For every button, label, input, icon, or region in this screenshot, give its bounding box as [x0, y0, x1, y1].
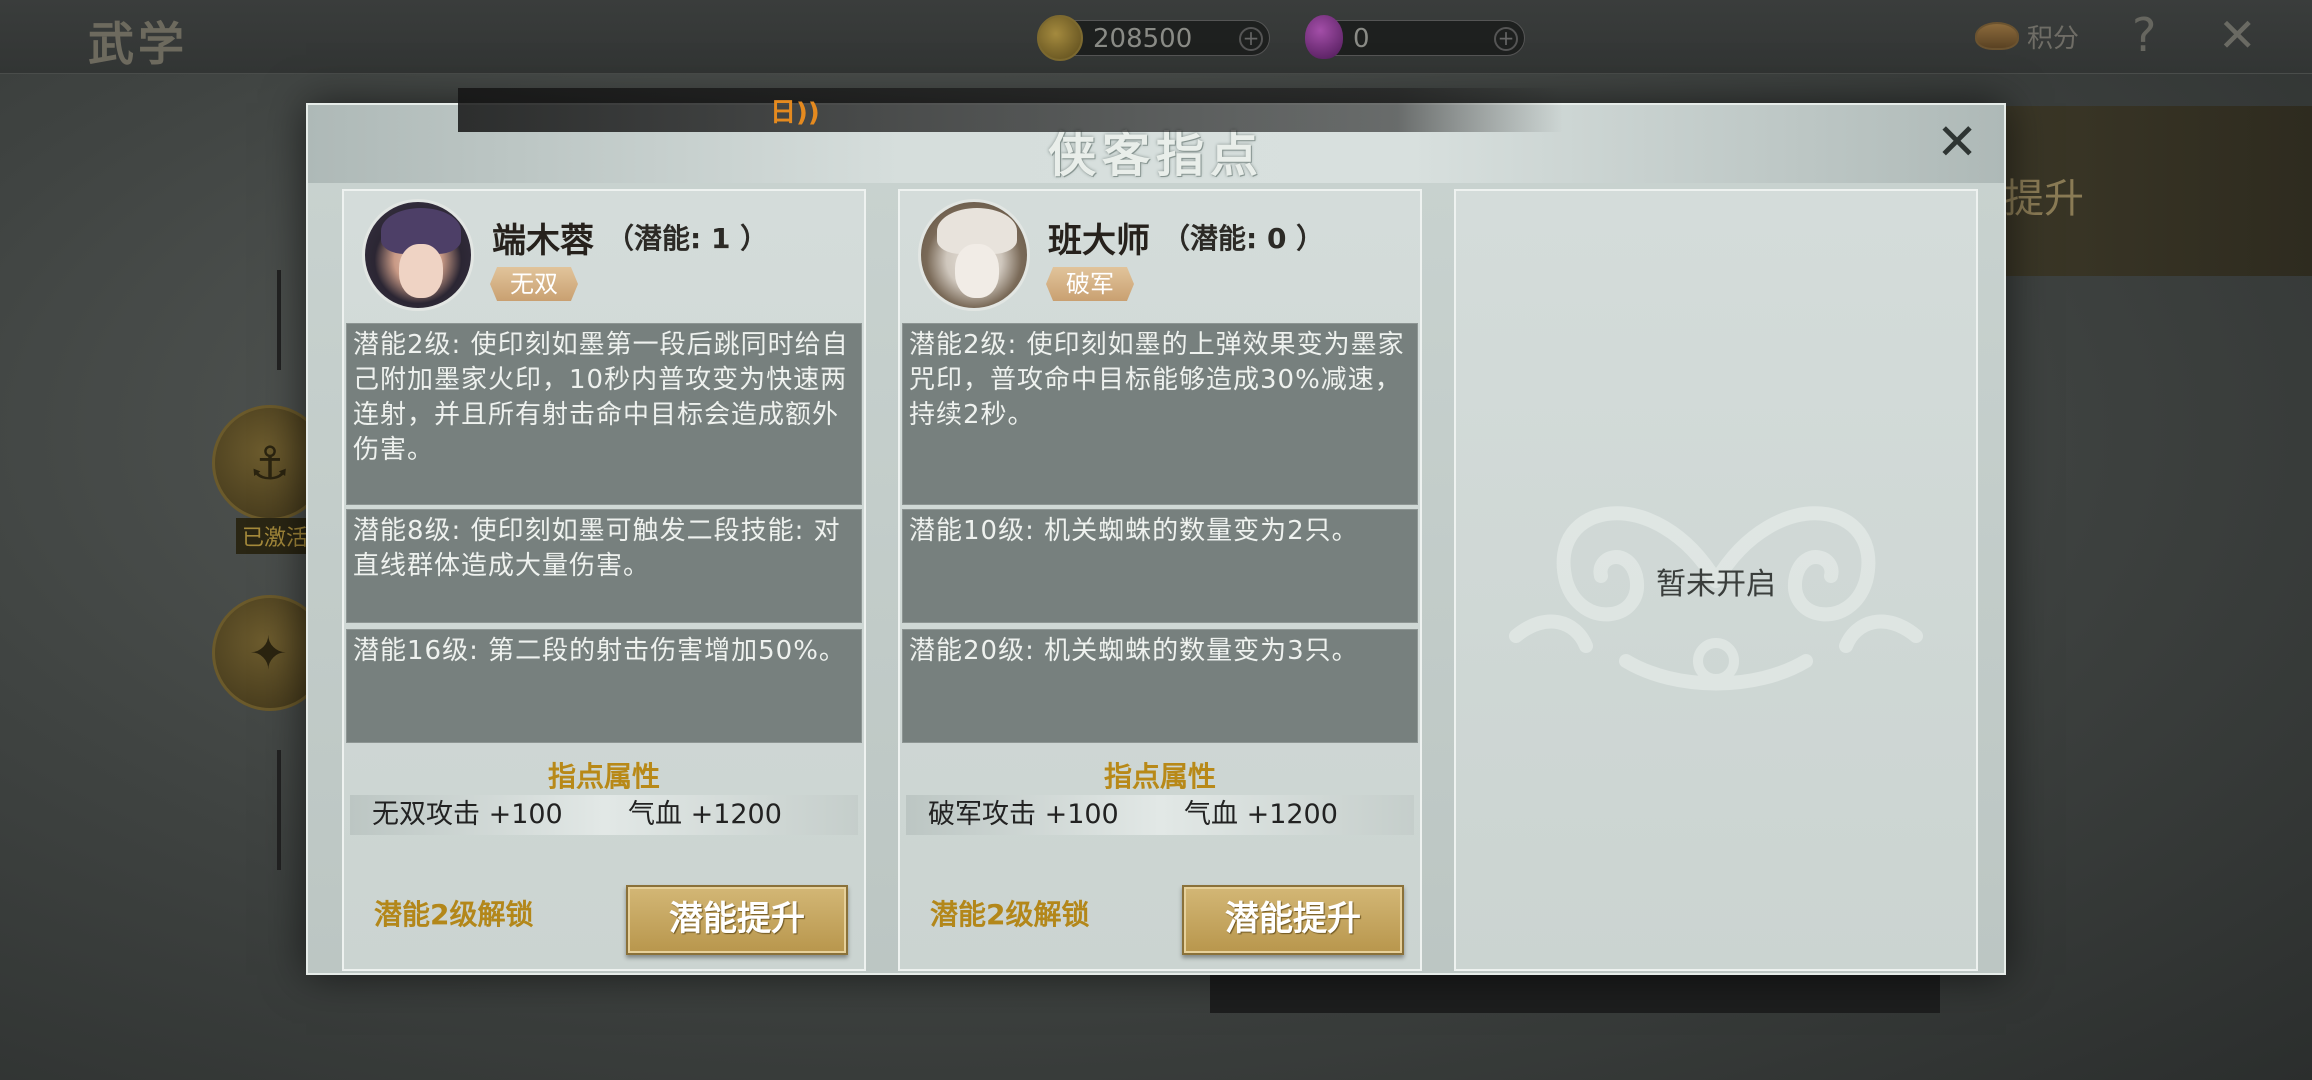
- app-title: 武学: [88, 17, 188, 71]
- top-bar: 武学 208500 + 0 + 积分 ? ✕: [0, 0, 2312, 74]
- attribute-row: 破军攻击 +100 气血 +1200: [906, 795, 1414, 835]
- potential-upgrade-button[interactable]: 潜能提升: [1182, 885, 1404, 955]
- skill-description: 潜能16级: 第二段的射击伤害增加50%。: [346, 629, 862, 743]
- attribute-title: 指点属性: [1103, 760, 1216, 793]
- attribute-title: 指点属性: [547, 760, 660, 793]
- potential-upgrade-button[interactable]: 潜能提升: [626, 885, 848, 955]
- class-tag: 破军: [1046, 267, 1134, 301]
- bird-icon: ✦: [249, 626, 288, 680]
- mentor-potential: （潜能: 0 ）: [1162, 222, 1325, 255]
- side-divider: [277, 750, 281, 870]
- mentor-potential: （潜能: 1 ）: [606, 222, 769, 255]
- unlock-hint: 潜能2级解锁: [374, 898, 534, 931]
- gem-counter: 0 +: [1305, 15, 1525, 59]
- skill-description: 潜能2级: 使印刻如墨的上弹效果变为墨家咒印，普攻命中目标能够造成30%减速，持…: [902, 323, 1418, 505]
- avatar[interactable]: [362, 199, 474, 311]
- mentor-dialog: 侠客指点 ✕ 端木蓉 （潜能: 1 ） 无双 潜能2级: 使印刻如墨第一段后跳同…: [306, 103, 2006, 975]
- mentor-card: 端木蓉 （潜能: 1 ） 无双 潜能2级: 使印刻如墨第一段后跳同时给自己附加墨…: [342, 189, 866, 971]
- gem-value: 0: [1353, 24, 1370, 54]
- notification-icon[interactable]: 日)): [770, 92, 820, 129]
- points-button[interactable]: 积分: [1975, 14, 2079, 58]
- locked-mentor-slot: 暂未开启: [1454, 189, 1978, 971]
- side-divider: [277, 270, 281, 370]
- not-yet-open-label: 暂未开启: [1656, 567, 1776, 602]
- skill-description: 潜能2级: 使印刻如墨第一段后跳同时给自己附加墨家火印，10秒内普攻变为快速两连…: [346, 323, 862, 505]
- mentor-name: 端木蓉: [492, 221, 594, 261]
- hp-attribute: 气血 +1200: [628, 799, 782, 830]
- close-icon[interactable]: ✕: [2218, 8, 2257, 62]
- background-footer: [1210, 975, 1940, 1013]
- class-tag: 无双: [490, 267, 578, 301]
- avatar[interactable]: [918, 199, 1030, 311]
- points-icon: [1975, 22, 2019, 50]
- close-icon[interactable]: ✕: [1936, 117, 1978, 167]
- coin-counter: 208500 +: [1037, 15, 1270, 61]
- mentor-name: 班大师: [1048, 221, 1150, 261]
- skill-description: 潜能10级: 机关蜘蛛的数量变为2只。: [902, 509, 1418, 623]
- attack-attribute: 无双攻击 +100: [372, 799, 563, 830]
- avatar-face: [955, 244, 999, 298]
- activated-label: 已激活: [236, 518, 315, 554]
- attack-attribute: 破军攻击 +100: [928, 799, 1119, 830]
- coin-value: 208500: [1093, 24, 1193, 54]
- avatar-face: [399, 244, 443, 298]
- points-label: 积分: [2027, 23, 2080, 54]
- hp-attribute: 气血 +1200: [1184, 799, 1338, 830]
- skill-description: 潜能8级: 使印刻如墨可触发二段技能: 对直线群体造成大量伤害。: [346, 509, 862, 623]
- add-gems-button[interactable]: +: [1494, 27, 1518, 51]
- skill-description: 潜能20级: 机关蜘蛛的数量变为3只。: [902, 629, 1418, 743]
- anchor-icon: ⚓: [249, 436, 291, 490]
- add-coins-button[interactable]: +: [1239, 27, 1263, 51]
- gem-icon: [1305, 15, 1343, 59]
- help-icon[interactable]: ?: [2132, 8, 2156, 62]
- coin-icon: [1037, 15, 1083, 61]
- notification-strip: [458, 88, 1563, 132]
- unlock-hint: 潜能2级解锁: [930, 898, 1090, 931]
- mentor-card: 班大师 （潜能: 0 ） 破军 潜能2级: 使印刻如墨的上弹效果变为墨家咒印，普…: [898, 189, 1422, 971]
- attribute-row: 无双攻击 +100 气血 +1200: [350, 795, 858, 835]
- background-upgrade-label: 提升: [2004, 176, 2084, 222]
